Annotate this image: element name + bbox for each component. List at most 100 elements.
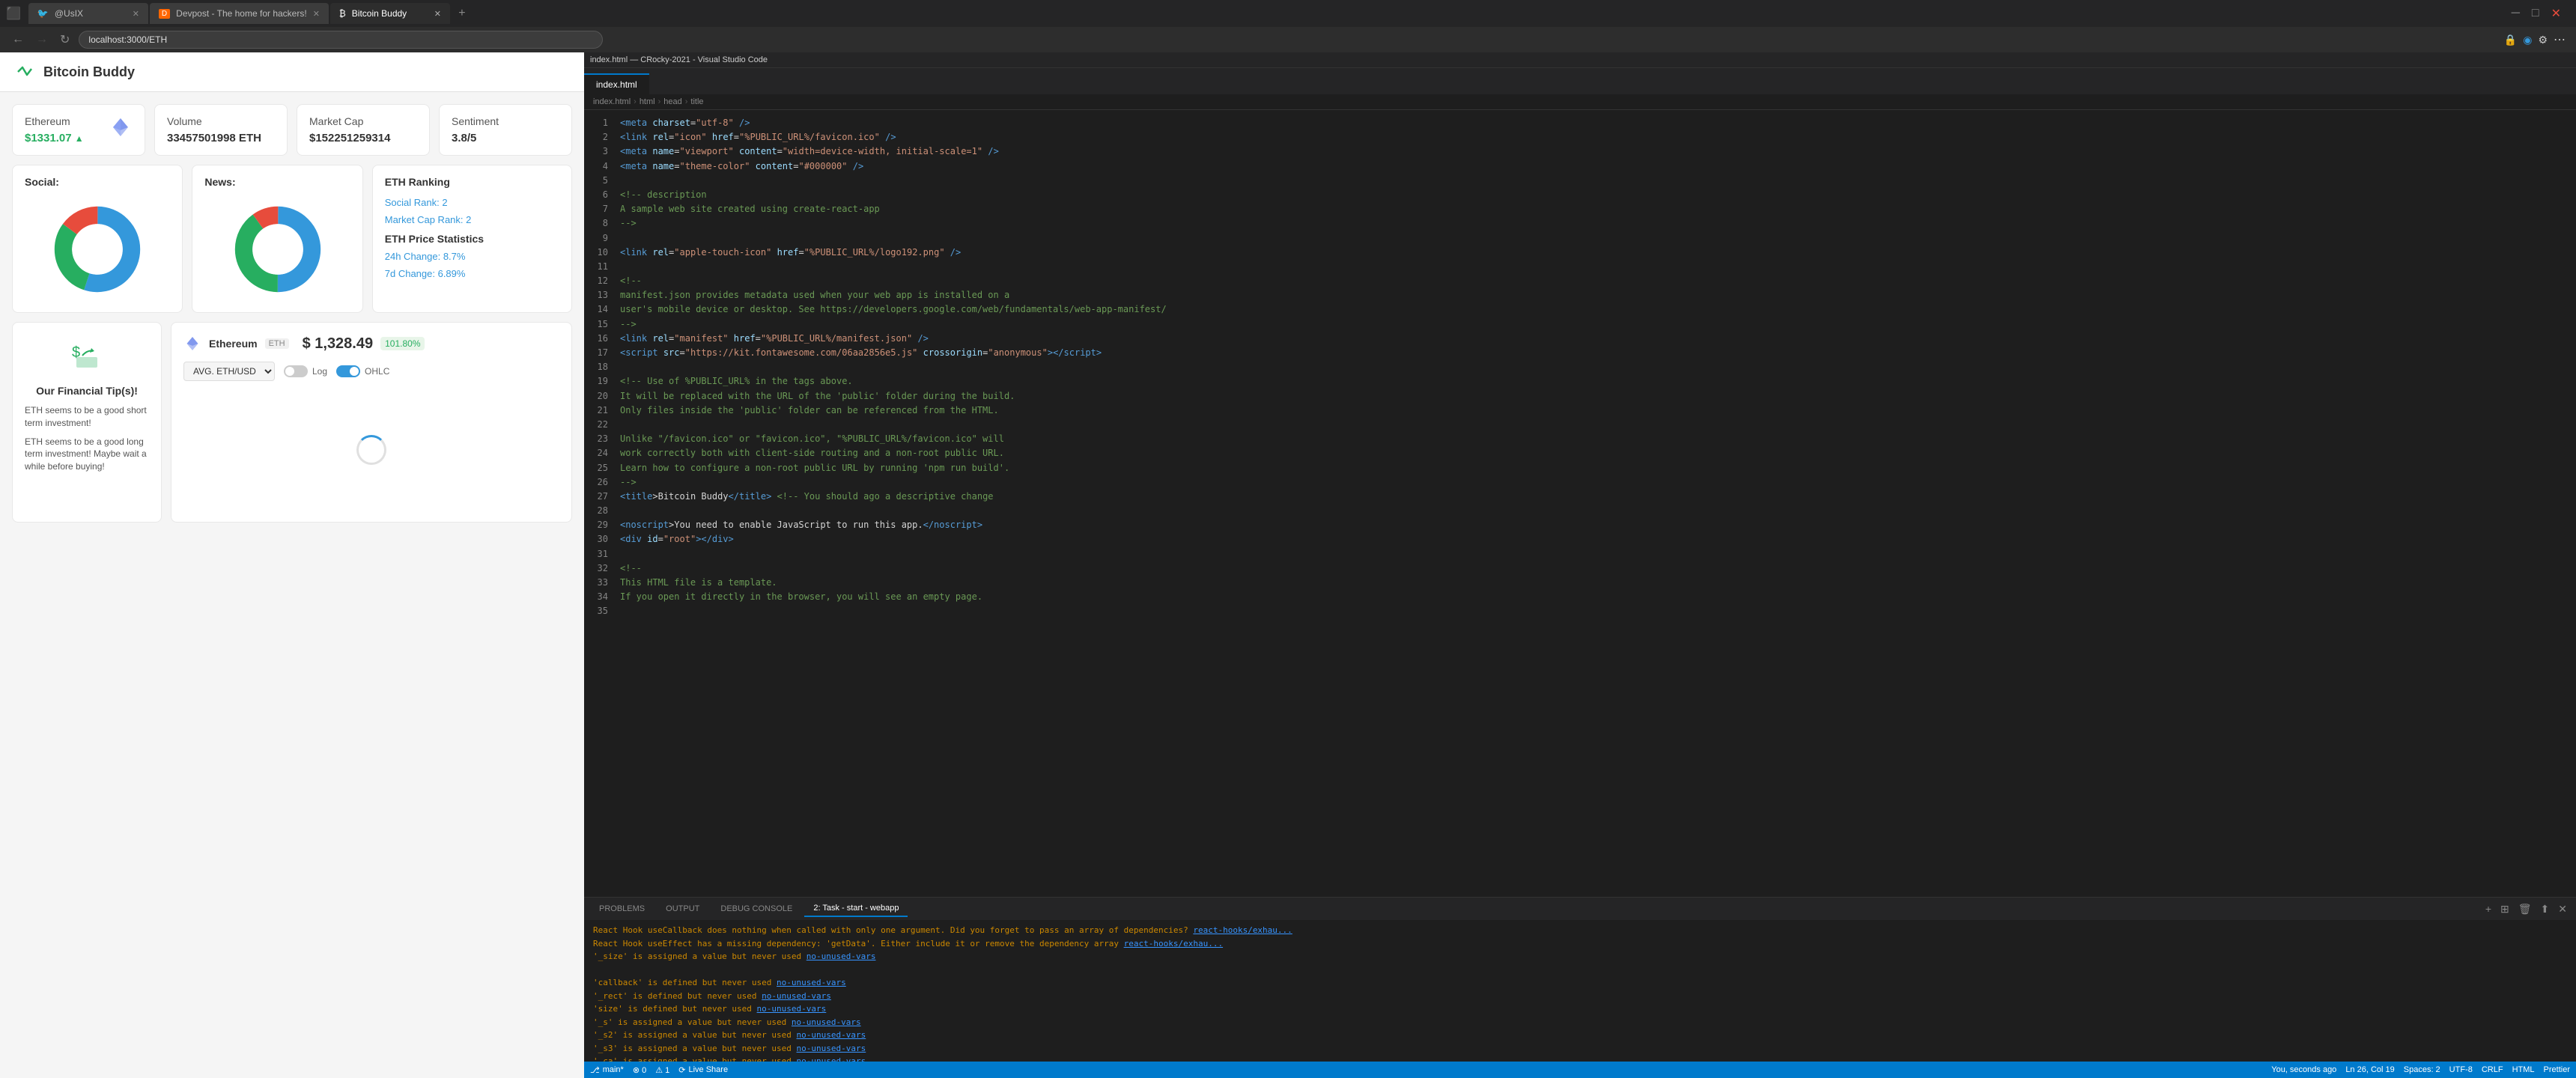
app-title: Bitcoin Buddy [43, 64, 135, 80]
terminal-tab-problems[interactable]: PROBLEMS [590, 901, 654, 916]
status-position[interactable]: Ln 26, Col 19 [2345, 1065, 2394, 1074]
chart-coin-name: Ethereum [209, 338, 258, 350]
status-warnings[interactable]: ⚠ 1 [655, 1065, 669, 1075]
terminal-trash-button[interactable]: 🗑 [2515, 901, 2535, 917]
code-line: Only files inside the 'public' folder ca… [620, 404, 2576, 418]
tab-close-2[interactable]: ✕ [313, 9, 320, 19]
rank-item-marketcap[interactable]: Market Cap Rank: 2 [385, 214, 559, 225]
status-encoding[interactable]: UTF-8 [2449, 1065, 2473, 1074]
code-line [620, 547, 2576, 561]
code-line [620, 231, 2576, 246]
code-line: <meta name="theme-color" content="#00000… [620, 159, 2576, 174]
terminal-line [593, 964, 2567, 977]
back-button[interactable]: ← [9, 31, 27, 48]
log-toggle[interactable] [284, 365, 308, 377]
tab-close-3[interactable]: ✕ [434, 9, 441, 19]
ohlc-label: OHLC [365, 366, 389, 377]
chart-eth-icon [183, 335, 201, 353]
tab-favicon-3: ₿ [339, 8, 346, 19]
browser-extension-2[interactable]: ◉ [2523, 34, 2532, 46]
status-line-ending[interactable]: CRLF [2482, 1065, 2503, 1074]
address-text: localhost:3000/ETH [88, 34, 167, 45]
code-line: <link rel="icon" href="%PUBLIC_URL%/favi… [620, 130, 2576, 144]
stat-label-volume: Volume [167, 115, 275, 127]
code-line [620, 260, 2576, 274]
line-number: 6 [593, 188, 608, 202]
tab-label-1: @UsIX [55, 8, 83, 19]
maximize-button[interactable]: □ [2529, 5, 2542, 22]
line-numbers: 1234567891011121314151617181920212223242… [584, 110, 614, 897]
status-errors[interactable]: ⊗ 0 [633, 1065, 646, 1075]
code-line: This HTML file is a template. [620, 576, 2576, 590]
browser-extension-3[interactable]: ⚙ [2538, 34, 2548, 46]
status-liveshare[interactable]: ⟳ Live Share [678, 1065, 728, 1075]
line-number: 18 [593, 360, 608, 374]
terminal-panel: PROBLEMS OUTPUT DEBUG CONSOLE 2: Task - … [584, 897, 2576, 1062]
code-line: <title>Bitcoin Buddy</title> <!-- You sh… [620, 490, 2576, 504]
tab-label-2: Devpost - The home for hackers! [176, 8, 307, 19]
line-number: 2 [593, 130, 608, 144]
chart-period-select[interactable]: AVG. ETH/USD [183, 362, 275, 381]
code-line: Unlike "/favicon.ico" or "favicon.ico", … [620, 432, 2576, 446]
stat-7d-change: 7d Change: 6.89% [385, 268, 559, 279]
social-card: Social: [12, 165, 183, 313]
browser-menu[interactable]: ⋯ [2554, 32, 2567, 47]
rank-item-social[interactable]: Social Rank: 2 [385, 197, 559, 208]
stat-label-sentiment: Sentiment [452, 115, 559, 127]
forward-button[interactable]: → [33, 31, 51, 48]
line-number: 24 [593, 446, 608, 460]
vscode-tab-index[interactable]: index.html [584, 73, 649, 94]
terminal-actions: + ⊞ 🗑 ⬆ ✕ [2482, 901, 2570, 917]
status-branch[interactable]: ⎇ main* [590, 1065, 624, 1075]
chart-controls: AVG. ETH/USD Log OHLC [183, 362, 559, 381]
browser-tab-2[interactable]: D Devpost - The home for hackers! ✕ [150, 3, 329, 24]
browser-tab-1[interactable]: 🐦 @UsIX ✕ [28, 3, 148, 24]
terminal-tab-debug[interactable]: DEBUG CONSOLE [711, 901, 801, 916]
status-spaces[interactable]: Spaces: 2 [2404, 1065, 2440, 1074]
terminal-close-button[interactable]: ✕ [2555, 901, 2570, 917]
close-button[interactable]: ✕ [2548, 4, 2564, 22]
code-content[interactable]: <meta charset="utf-8" /> <link rel="icon… [614, 110, 2576, 897]
line-number: 32 [593, 561, 608, 576]
status-prettier[interactable]: Prettier [2544, 1065, 2570, 1074]
vscode-tab-bar: index.html [584, 68, 2576, 94]
vscode-editor: 1234567891011121314151617181920212223242… [584, 110, 2576, 897]
line-number: 5 [593, 174, 608, 188]
terminal-line: React Hook useEffect has a missing depen… [593, 938, 2567, 951]
line-number: 13 [593, 288, 608, 302]
terminal-split-button[interactable]: ⊞ [2497, 901, 2512, 917]
status-language[interactable]: HTML [2512, 1065, 2535, 1074]
chart-price: $ 1,328.49 [303, 335, 374, 353]
vscode-area: index.html — CRocky-2021 - Visual Studio… [584, 52, 2576, 1078]
ohlc-toggle[interactable] [336, 365, 360, 377]
stat-card-volume: Volume 33457501998 ETH [154, 104, 288, 156]
new-tab-button[interactable]: + [452, 3, 473, 24]
log-label: Log [312, 366, 327, 377]
line-number: 16 [593, 332, 608, 346]
chart-area [183, 390, 559, 510]
terminal-maximize-button[interactable]: ⬆ [2538, 901, 2553, 917]
terminal-tab-task[interactable]: 2: Task - start - webapp [804, 901, 908, 917]
tab-close-1[interactable]: ✕ [133, 9, 139, 19]
browser-extension-1[interactable]: 🔒 [2504, 34, 2517, 46]
line-number: 30 [593, 532, 608, 546]
ohlc-toggle-group: OHLC [336, 365, 389, 377]
terminal-add-button[interactable]: + [2482, 901, 2494, 916]
address-bar[interactable]: localhost:3000/ETH [79, 31, 603, 49]
browser-tab-3[interactable]: ₿ Bitcoin Buddy ✕ [330, 3, 450, 24]
terminal-tab-output[interactable]: OUTPUT [657, 901, 708, 916]
minimize-button[interactable]: ─ [2509, 5, 2523, 22]
line-number: 21 [593, 404, 608, 418]
code-line: <link rel="apple-touch-icon" href="%PUBL… [620, 246, 2576, 260]
line-number: 9 [593, 231, 608, 246]
code-line: <meta charset="utf-8" /> [620, 116, 2576, 130]
line-number: 12 [593, 274, 608, 288]
money-arrow-icon: $ [69, 335, 105, 371]
breadcrumb-item-0: index.html [593, 97, 631, 106]
terminal-tab-bar: PROBLEMS OUTPUT DEBUG CONSOLE 2: Task - … [584, 898, 2576, 920]
code-line: --> [620, 317, 2576, 332]
stat-label-marketcap: Market Cap [309, 115, 417, 127]
refresh-button[interactable]: ↻ [57, 31, 73, 49]
code-line: --> [620, 475, 2576, 490]
line-number: 19 [593, 374, 608, 389]
